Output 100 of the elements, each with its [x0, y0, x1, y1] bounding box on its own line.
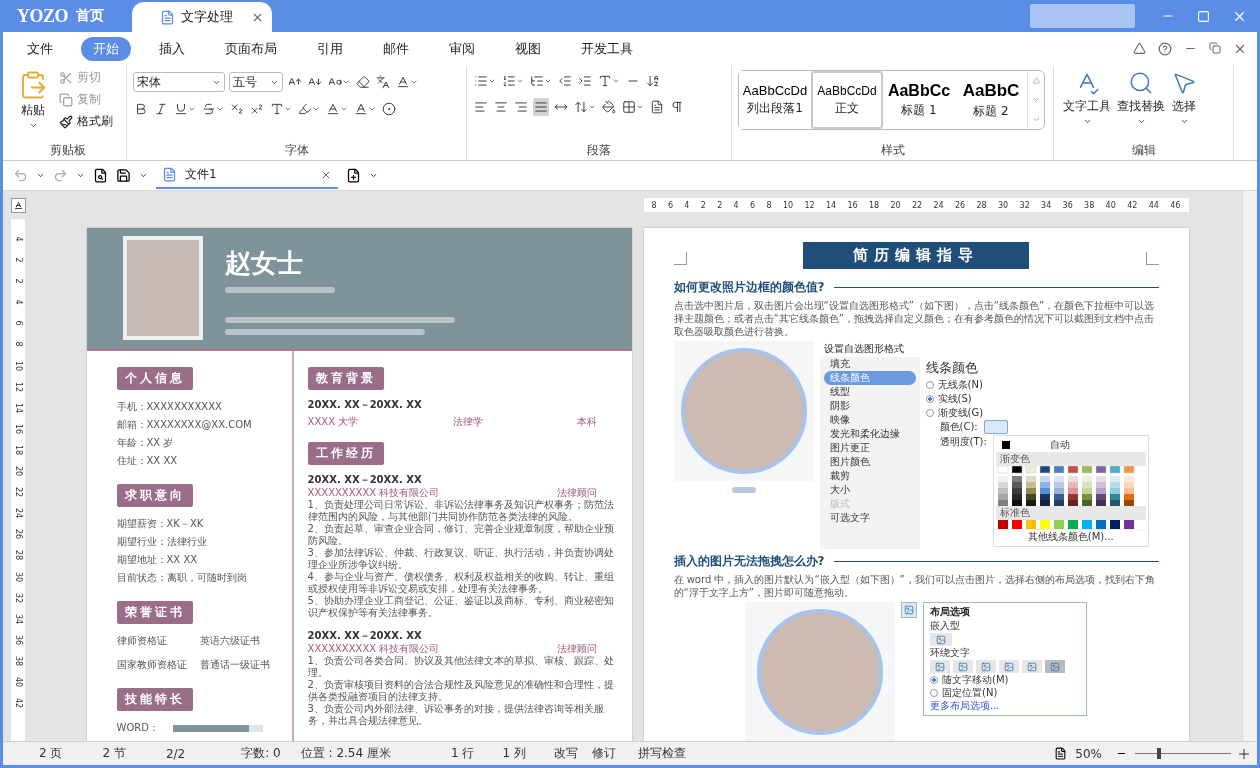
menu-tab[interactable]: 页面布局 [213, 37, 289, 61]
auto-option[interactable]: 自动 [1049, 438, 1070, 452]
zoom-slider-thumb[interactable] [1157, 748, 1161, 759]
radio-option[interactable]: 固定位置(N) [930, 686, 1080, 699]
maximize-icon[interactable] [1197, 9, 1210, 23]
restore-icon[interactable] [1209, 42, 1221, 54]
nav-item[interactable]: 映像 [823, 413, 916, 427]
phonetic-button[interactable] [375, 73, 391, 91]
color-dropdown[interactable] [983, 420, 1008, 434]
paragraph-settings-button[interactable] [649, 98, 665, 116]
font-name-select[interactable]: 宋体 [133, 72, 225, 92]
font-size-select[interactable]: 五号 [229, 72, 283, 92]
zoom-in-icon[interactable] [1239, 748, 1249, 759]
find-button[interactable]: 查找替换 [1114, 68, 1168, 142]
painter-button[interactable]: 格式刷 [57, 112, 115, 131]
certificate-text: 普通话一级证书 [200, 658, 272, 672]
nav-item[interactable]: 发光和柔化边缘 [823, 427, 916, 441]
ruler-number: 10 [13, 360, 24, 371]
section-label: 工作经历 [307, 442, 384, 465]
caret-icon[interactable] [139, 171, 148, 180]
search-icon [1128, 70, 1154, 96]
caret-icon [188, 105, 196, 113]
shading-button[interactable] [601, 98, 617, 116]
clear-format-button[interactable] [355, 73, 371, 91]
char-shading-icon [354, 102, 368, 116]
menu-tab[interactable]: 引用 [305, 37, 355, 61]
help-icon[interactable] [1158, 42, 1172, 56]
nav-item[interactable]: 大小 [823, 483, 916, 497]
ruler-number: 18 [868, 200, 880, 210]
caret-icon[interactable] [369, 171, 378, 180]
duty-text: 4、参与企业与资产、债权债务、权利及权益相关的收购、转让、重组或授权使用等非诉讼交易或安排，处理有关法律事务。 [307, 571, 615, 595]
ruler-number: 20 [13, 465, 24, 477]
copy-icon [59, 92, 73, 107]
info-line: 期望薪资：XK－XK [116, 517, 205, 531]
document-tab[interactable]: 文件1 [156, 162, 338, 189]
scroll-up-icon [1032, 76, 1040, 84]
highlighter-icon [298, 102, 312, 116]
justify-button[interactable] [533, 98, 549, 116]
collapse-ribbon-icon[interactable] [1133, 42, 1146, 55]
menu-tab[interactable]: 文件 [15, 37, 65, 61]
ruler-number: 36 [1062, 200, 1073, 210]
menu-tab[interactable]: 插入 [147, 37, 197, 61]
style-item[interactable]: AaBbCcDd 正文 [811, 71, 883, 129]
nav-item[interactable]: 图片更正 [823, 441, 916, 455]
status-item: 位置 : 2.54 厘米 [300, 745, 391, 762]
radio-option[interactable]: 实线(S) [925, 392, 1153, 405]
paste-button[interactable]: 粘贴 [15, 68, 51, 142]
caret-icon[interactable] [36, 171, 45, 180]
radio-option[interactable]: 无线条(N) [925, 378, 1153, 391]
new-document-icon[interactable] [346, 168, 361, 183]
section-label: 个人信息 [116, 367, 193, 390]
menu-tab[interactable]: 邮件 [371, 37, 421, 61]
menu-tab[interactable]: 审阅 [437, 37, 487, 61]
tab-stop-selector[interactable] [10, 198, 26, 213]
ruler-number: 28 [13, 550, 24, 561]
ruler-number: 8 [13, 341, 24, 347]
menu-tab[interactable]: 开发工具 [569, 37, 645, 61]
caret-icon [1179, 117, 1189, 126]
ruler-number: 2 [13, 278, 24, 284]
more-layout-link[interactable]: 更多布局选项... [930, 699, 1080, 713]
style-label: 正文 [835, 99, 859, 117]
more-colors-button[interactable]: 其他线条颜色(M)... [995, 529, 1146, 544]
close-icon[interactable] [1233, 42, 1247, 56]
sort-icon [646, 74, 660, 88]
caret-icon [216, 105, 224, 113]
education-text: 本科 [577, 415, 598, 428]
company-text: XXXXXXXXXX 科技有限公司 [307, 486, 440, 499]
enclose-char-button[interactable] [381, 100, 397, 118]
section-label: 教育背景 [307, 367, 384, 390]
caret-icon[interactable] [76, 171, 85, 180]
bullet-list-icon [474, 74, 488, 88]
group-title: 编辑 [1131, 142, 1156, 159]
nav-item[interactable]: 图片颜色 [823, 455, 916, 469]
ruler-number: 2 [700, 200, 706, 210]
nav-item[interactable]: 线型 [823, 385, 916, 399]
page-view-icon[interactable] [1054, 747, 1068, 760]
radio-option[interactable]: 渐变线(G) [925, 406, 1153, 419]
nav-item[interactable]: 可选文字 [823, 511, 916, 525]
status-item: 改写 [553, 745, 578, 762]
popup-section-title: 标准色 [995, 506, 1146, 520]
text-tools-button[interactable]: 文字工具 [1060, 68, 1114, 142]
ruler-number: 4 [684, 200, 690, 210]
ruler-number: 38 [13, 655, 24, 666]
select-button[interactable]: 选择 [1168, 68, 1200, 142]
nav-item[interactable]: 填充 [823, 357, 916, 371]
app-tab[interactable]: 文字处理 [132, 2, 272, 32]
borders-button[interactable] [621, 98, 645, 116]
radio-option[interactable]: 随文字移动(M) [930, 673, 1080, 686]
ruler-number: 6 [667, 200, 673, 210]
standard-colors-drawing[interactable] [995, 520, 1136, 529]
popup-section-title: 渐变色 [995, 452, 1146, 466]
ruler-number: 14 [825, 200, 837, 210]
nav-item[interactable]: 裁剪 [823, 469, 916, 483]
scrollbar[interactable] [1242, 191, 1257, 741]
ruler-number: 4 [13, 299, 24, 305]
nav-item[interactable]: 阴影 [823, 399, 916, 413]
save-icon[interactable] [116, 168, 131, 183]
print-preview-icon[interactable] [93, 168, 108, 183]
color-palette-drawing[interactable] [995, 466, 1136, 506]
menu-tab[interactable]: 视图 [503, 37, 553, 61]
